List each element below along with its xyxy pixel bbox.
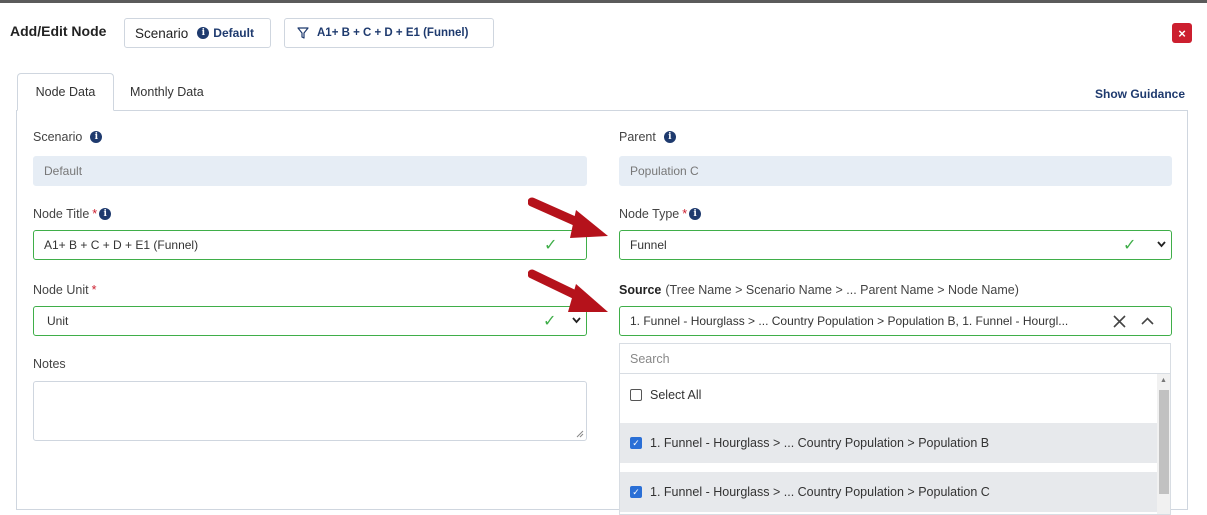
node-type-label-text: Node Type <box>619 207 680 221</box>
select-all-option[interactable]: Select All <box>620 375 1157 415</box>
funnel-filter-icon <box>297 27 309 39</box>
select-all-label: Select All <box>650 388 702 402</box>
scenario-label: Scenario i <box>33 130 103 144</box>
node-type-label: Node Type * i <box>619 207 702 221</box>
tab-node-data[interactable]: Node Data <box>17 73 114 111</box>
checkbox[interactable] <box>630 389 642 401</box>
source-selected-value: 1. Funnel - Hourglass > ... Country Popu… <box>630 314 1069 328</box>
tree-filter-label: A1+ B + C + D + E1 (Funnel) <box>317 27 469 39</box>
scenario-chip[interactable]: Scenario i Default <box>124 18 271 48</box>
parent-label-text: Parent <box>619 130 656 144</box>
checkbox-checked-icon[interactable]: ✓ <box>630 437 642 449</box>
scenario-chip-label: Scenario <box>135 25 189 41</box>
red-arrow-icon <box>528 269 608 312</box>
node-unit-label: Node Unit * <box>33 283 96 297</box>
node-title-value: A1+ B + C + D + E1 (Funnel) <box>44 238 199 252</box>
source-label-hint: (Tree Name > Scenario Name > ... Parent … <box>665 283 1019 297</box>
dropdown-scrollbar[interactable]: ▲ <box>1157 374 1170 514</box>
scenario-field-value: Default <box>44 164 83 178</box>
parent-field-value: Population C <box>630 164 699 178</box>
checkbox-checked-icon[interactable]: ✓ <box>630 486 642 498</box>
tree-filter-chip[interactable]: A1+ B + C + D + E1 (Funnel) <box>284 18 494 48</box>
node-unit-select[interactable]: Unit ✓ <box>33 306 587 336</box>
source-label-bold: Source <box>619 283 662 297</box>
node-title-label: Node Title * i <box>33 207 112 221</box>
chevron-down-icon <box>1157 241 1166 248</box>
info-icon[interactable]: i <box>90 131 103 143</box>
x-clear-icon[interactable] <box>1113 315 1126 328</box>
list-item-label: 1. Funnel - Hourglass > ... Country Popu… <box>650 485 990 499</box>
checkmark-icon: ✓ <box>1123 237 1137 254</box>
node-unit-value: Unit <box>47 314 69 328</box>
required-mark: * <box>682 207 688 221</box>
info-icon[interactable]: i <box>197 27 210 39</box>
info-icon[interactable]: i <box>663 131 676 143</box>
notes-textarea[interactable] <box>33 381 587 441</box>
source-label: Source (Tree Name > Scenario Name > ... … <box>619 283 1019 297</box>
window-top-border <box>0 0 1207 3</box>
notes-label: Notes <box>33 357 66 371</box>
close-button[interactable]: × <box>1172 23 1192 43</box>
scroll-up-icon[interactable]: ▲ <box>1160 377 1167 384</box>
parent-field: Population C <box>619 156 1172 186</box>
scrollbar-thumb[interactable] <box>1159 390 1169 494</box>
parent-label: Parent i <box>619 130 676 144</box>
scenario-chip-value: Default <box>213 26 254 40</box>
red-arrow-icon <box>528 197 608 238</box>
modal-title: Add/Edit Node <box>10 23 107 39</box>
source-dropdown: Search Select All ✓ 1. Funnel - Hourglas… <box>619 343 1171 515</box>
resize-handle-icon[interactable] <box>576 430 584 438</box>
tab-monthly-data[interactable]: Monthly Data <box>130 73 204 111</box>
node-title-input[interactable]: A1+ B + C + D + E1 (Funnel) ✓ <box>33 230 587 260</box>
modal-header: Add/Edit Node Scenario i Default A1+ B +… <box>0 14 1207 50</box>
required-mark: * <box>92 207 98 221</box>
source-multiselect[interactable]: 1. Funnel - Hourglass > ... Country Popu… <box>619 306 1172 336</box>
node-unit-label-text: Node Unit <box>33 283 89 297</box>
chevron-up-icon[interactable] <box>1141 317 1154 325</box>
list-item[interactable]: ✓ 1. Funnel - Hourglass > ... Country Po… <box>620 472 1157 512</box>
chevron-down-icon <box>572 317 581 324</box>
show-guidance-link[interactable]: Show Guidance <box>1095 87 1185 101</box>
list-item-label: 1. Funnel - Hourglass > ... Country Popu… <box>650 436 990 450</box>
list-item[interactable]: ✓ 1. Funnel - Hourglass > ... Country Po… <box>620 423 1157 463</box>
notes-label-text: Notes <box>33 357 66 371</box>
scenario-label-text: Scenario <box>33 130 83 144</box>
required-mark: * <box>91 283 97 297</box>
info-icon[interactable]: i <box>99 208 112 220</box>
dropdown-search-input[interactable]: Search <box>620 344 1170 374</box>
node-type-select[interactable]: Funnel ✓ <box>619 230 1172 260</box>
info-icon[interactable]: i <box>689 208 702 220</box>
node-title-label-text: Node Title <box>33 207 90 221</box>
node-type-value: Funnel <box>630 238 667 252</box>
scenario-field: Default <box>33 156 587 186</box>
